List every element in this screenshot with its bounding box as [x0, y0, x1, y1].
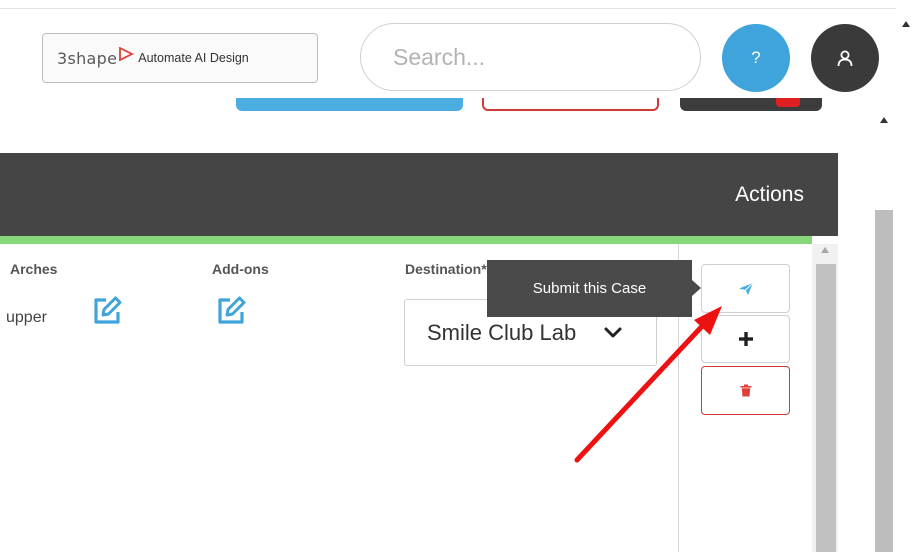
arches-value: upper — [6, 309, 47, 326]
table-scrollbar-thumb[interactable] — [816, 264, 836, 552]
submit-case-button[interactable] — [701, 264, 790, 313]
table-header: Actions — [0, 153, 838, 236]
table-scroll-up-icon[interactable] — [821, 247, 829, 253]
toolbar-button-outline-red[interactable] — [482, 98, 659, 111]
addons-column-label: Add-ons — [212, 261, 269, 277]
page-scrollbar[interactable] — [897, 0, 915, 552]
plus-icon — [738, 332, 753, 346]
notification-badge — [776, 98, 800, 107]
trash-icon — [740, 384, 751, 397]
tooltip-text: Submit this Case — [532, 280, 647, 297]
chevron-down-icon — [604, 327, 622, 337]
page-scroll-up-icon[interactable] — [902, 21, 910, 27]
help-button[interactable]: ? — [722, 24, 790, 92]
row-status-bar — [0, 236, 812, 244]
destination-selected-value: Smile Club Lab — [427, 319, 577, 345]
paper-plane-icon — [738, 282, 753, 295]
brand-triangle-icon — [119, 47, 135, 61]
help-icon: ? — [751, 48, 761, 67]
user-icon — [837, 50, 853, 67]
search-input[interactable] — [393, 43, 689, 71]
window-top-border — [0, 8, 896, 9]
user-account-button[interactable] — [811, 24, 879, 92]
destination-column-label: Destination* — [405, 261, 487, 277]
add-button[interactable] — [701, 315, 790, 363]
delete-case-button[interactable] — [701, 366, 790, 415]
submit-tooltip: Submit this Case — [487, 260, 701, 317]
edit-icon[interactable] — [214, 294, 248, 328]
actions-column-header: Actions — [735, 183, 804, 206]
edit-icon[interactable] — [90, 294, 124, 328]
brand-tagline: Automate AI Design — [138, 51, 249, 65]
content-scrollbar-thumb[interactable] — [875, 210, 893, 552]
brand-logo[interactable]: 3shape Automate AI Design — [42, 33, 318, 83]
search-box[interactable] — [360, 23, 701, 91]
toolbar-button-dark[interactable] — [680, 98, 822, 111]
brand-wordmark: 3shape — [57, 48, 118, 68]
toolbar-button-primary[interactable] — [236, 98, 463, 111]
content-scroll-up-icon[interactable] — [880, 117, 888, 123]
arches-column-label: Arches — [10, 261, 58, 277]
